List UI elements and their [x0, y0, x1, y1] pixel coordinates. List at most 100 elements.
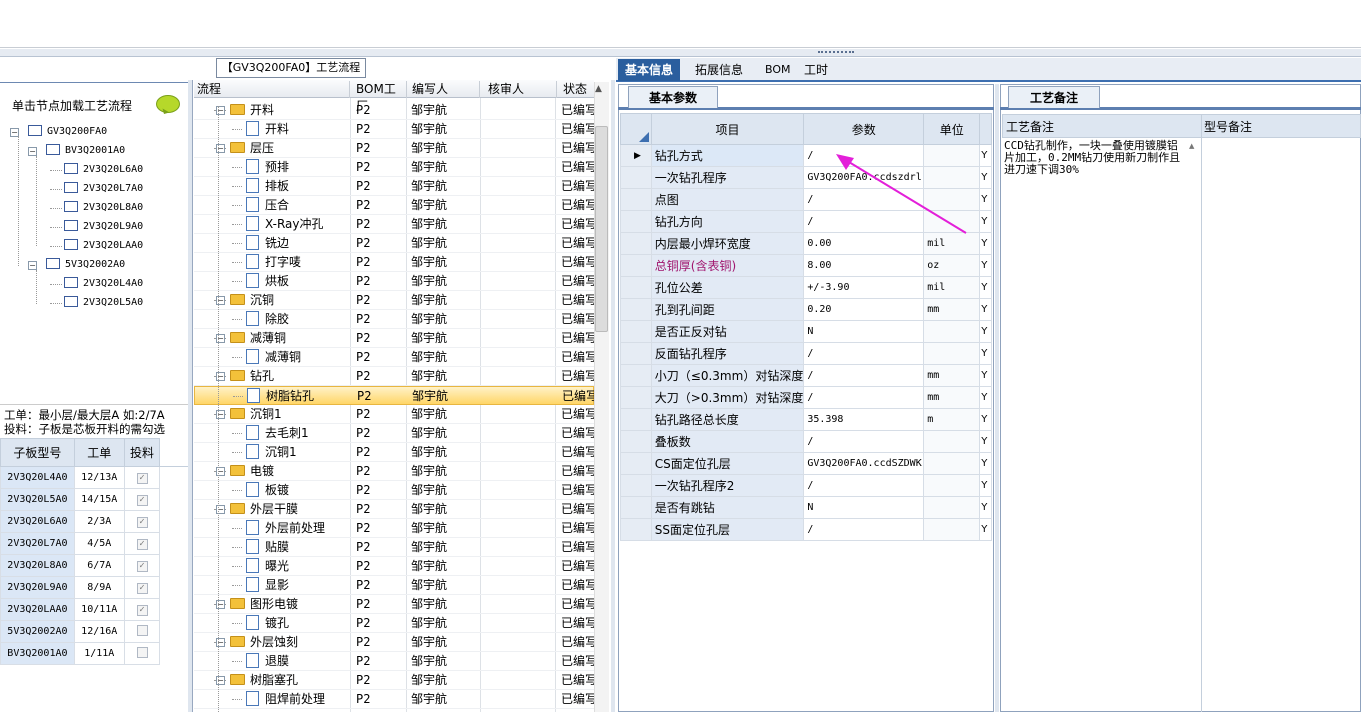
- col-header-status[interactable]: 状态: [560, 81, 594, 98]
- row-indicator[interactable]: [620, 496, 652, 519]
- param-row[interactable]: 一次钻孔程序2/ Y: [620, 474, 992, 497]
- process-row[interactable]: 减薄铜 P2 邹宇航 已编写: [194, 348, 594, 367]
- order-cell[interactable]: 2/3A: [73, 510, 125, 533]
- row-indicator[interactable]: [620, 408, 652, 431]
- param-row[interactable]: 叠板数 / Y: [620, 430, 992, 453]
- tree-node[interactable]: GV3Q200FA0: [28, 123, 107, 141]
- process-row[interactable]: 镀孔 P2 邹宇航 已编写: [194, 614, 594, 633]
- param-row[interactable]: 小刀（≤0.3mm）对钻深度 / mm Y: [620, 364, 992, 387]
- feed-cell[interactable]: [123, 642, 161, 665]
- param-value[interactable]: +/-3.90: [803, 276, 925, 299]
- row-indicator[interactable]: [620, 298, 652, 321]
- process-row[interactable]: 树脂钻孔 P2 邹宇航 已编写: [194, 386, 595, 405]
- splitter-grip-icon[interactable]: [818, 51, 854, 55]
- table-row[interactable]: 2V3Q20L6A0 2/3A ✓: [0, 510, 188, 533]
- feed-cell[interactable]: ✓: [123, 576, 161, 599]
- row-indicator[interactable]: [620, 166, 652, 189]
- process-row[interactable]: 预排 P2 邹宇航 已编写: [194, 158, 594, 177]
- process-row[interactable]: − 沉铜1 P2 邹宇航 已编写: [194, 405, 594, 424]
- process-row[interactable]: 阻焊前处理 P2 邹宇航 已编写: [194, 690, 594, 709]
- feed-checkbox[interactable]: [136, 646, 148, 658]
- tab-extended-info[interactable]: 拓展信息: [688, 59, 750, 81]
- process-note-text[interactable]: CCD钻孔制作，一块一叠使用镀膜铝片加工，0.2MM钻刀使用新刀制作且进刀速下调…: [1004, 140, 1186, 176]
- process-row[interactable]: 曝光 P2 邹宇航 已编写: [194, 557, 594, 576]
- row-indicator[interactable]: [620, 474, 652, 497]
- table-row[interactable]: 2V3Q20L9A0 8/9A ✓: [0, 576, 188, 599]
- row-indicator[interactable]: [620, 188, 652, 211]
- row-indicator[interactable]: [620, 386, 652, 409]
- col-header-order[interactable]: 工单: [73, 438, 125, 467]
- feed-checkbox[interactable]: [136, 624, 148, 636]
- table-row[interactable]: 5V3Q2002A0 12/16A: [0, 620, 188, 643]
- tree-node[interactable]: 5V3Q2002A0: [46, 256, 125, 274]
- model-cell[interactable]: 5V3Q2002A0: [0, 620, 75, 643]
- process-row[interactable]: − 树脂塞孔 P2 邹宇航 已编写: [194, 671, 594, 690]
- horizontal-splitter[interactable]: [0, 49, 1361, 57]
- tab-labor-hours[interactable]: 工时: [797, 59, 835, 81]
- param-row[interactable]: 大刀（>0.3mm）对钻深度 / mm Y: [620, 386, 992, 409]
- tree-expander-icon[interactable]: −: [28, 261, 37, 270]
- tree-node[interactable]: 2V3Q20L5A0: [64, 294, 143, 312]
- table-row[interactable]: 2V3Q20L8A0 6/7A ✓: [0, 554, 188, 577]
- process-row[interactable]: 烘板 P2 邹宇航 已编写: [194, 272, 594, 291]
- process-row[interactable]: − 外层干膜 P2 邹宇航 已编写: [194, 500, 594, 519]
- feed-checkbox[interactable]: ✓: [136, 538, 148, 550]
- param-row[interactable]: SS面定位孔层 / Y: [620, 518, 992, 541]
- param-row[interactable]: 反面钻孔程序 / Y: [620, 342, 992, 365]
- row-indicator[interactable]: [620, 210, 652, 233]
- feed-cell[interactable]: ✓: [123, 532, 161, 555]
- feed-checkbox[interactable]: ✓: [136, 560, 148, 572]
- comment-bubble-icon[interactable]: [156, 95, 180, 113]
- feed-cell[interactable]: [123, 620, 161, 643]
- table-row[interactable]: 2V3Q20L5A0 14/15A ✓: [0, 488, 188, 511]
- process-row[interactable]: 贴膜 P2 邹宇航 已编写: [194, 538, 594, 557]
- tab-process-notes[interactable]: 工艺备注: [1008, 86, 1100, 108]
- row-indicator[interactable]: [620, 518, 652, 541]
- process-row[interactable]: − 图形电镀 P2 邹宇航 已编写: [194, 595, 594, 614]
- param-value[interactable]: N: [803, 320, 925, 343]
- param-row[interactable]: 是否正反对钻 N Y: [620, 320, 992, 343]
- tree-node[interactable]: 2V3Q20L4A0: [64, 275, 143, 293]
- col-header-reviewer[interactable]: 核审人: [485, 81, 557, 98]
- model-cell[interactable]: 2V3Q20L8A0: [0, 554, 75, 577]
- process-row[interactable]: 显影 P2 邹宇航 已编写: [194, 576, 594, 595]
- scroll-up-icon[interactable]: ▲: [595, 84, 602, 94]
- model-cell[interactable]: BV3Q2001A0: [0, 642, 75, 665]
- table-row[interactable]: 2V3Q20L4A0 12/13A ✓: [0, 466, 188, 489]
- feed-cell[interactable]: ✓: [123, 598, 161, 621]
- col-header-model[interactable]: 子板型号: [0, 438, 75, 467]
- col-header-writer[interactable]: 编写人: [409, 81, 480, 98]
- tree-node[interactable]: BV3Q2001A0: [46, 142, 125, 160]
- order-cell[interactable]: 14/15A: [73, 488, 125, 511]
- table-row[interactable]: BV3Q2001A0 1/11A: [0, 642, 188, 665]
- param-value[interactable]: 35.398: [803, 408, 925, 431]
- process-row[interactable]: 开料 P2 邹宇航 已编写: [194, 120, 594, 139]
- note-scroll-up-icon[interactable]: ▲: [1189, 142, 1194, 150]
- order-cell[interactable]: 1/11A: [73, 642, 125, 665]
- param-value[interactable]: /: [803, 342, 925, 365]
- tree-node[interactable]: 2V3Q20LAA0: [64, 237, 143, 255]
- tab-basic-info[interactable]: 基本信息: [618, 59, 681, 81]
- param-value[interactable]: /: [803, 430, 925, 453]
- process-row[interactable]: − 电镀 P2 邹宇航 已编写: [194, 462, 594, 481]
- feed-cell[interactable]: ✓: [123, 510, 161, 533]
- col-header-feed[interactable]: 投料: [123, 438, 161, 467]
- feed-checkbox[interactable]: ✓: [136, 516, 148, 528]
- col-header-item[interactable]: 项目: [650, 113, 805, 145]
- param-row[interactable]: 孔到孔间距 0.20 mm Y: [620, 298, 992, 321]
- tree-node[interactable]: 2V3Q20L8A0: [64, 199, 143, 217]
- process-row[interactable]: − 减薄铜 P2 邹宇航 已编写: [194, 329, 594, 348]
- order-cell[interactable]: 12/16A: [73, 620, 125, 643]
- process-row[interactable]: − 外层蚀刻 P2 邹宇航 已编写: [194, 633, 594, 652]
- col-header-param[interactable]: 参数: [803, 113, 925, 145]
- param-value[interactable]: /: [803, 518, 925, 541]
- middle-splitter[interactable]: [611, 80, 615, 712]
- model-cell[interactable]: 2V3Q20L7A0: [0, 532, 75, 555]
- row-indicator[interactable]: [620, 320, 652, 343]
- order-cell[interactable]: 10/11A: [73, 598, 125, 621]
- col-header-flow[interactable]: 流程: [194, 81, 350, 98]
- right-splitter[interactable]: [995, 84, 999, 712]
- param-row[interactable]: 总铜厚(含表铜) 8.00 oz Y: [620, 254, 992, 277]
- row-indicator[interactable]: [620, 254, 652, 277]
- process-row[interactable]: X-Ray冲孔 P2 邹宇航 已编写: [194, 215, 594, 234]
